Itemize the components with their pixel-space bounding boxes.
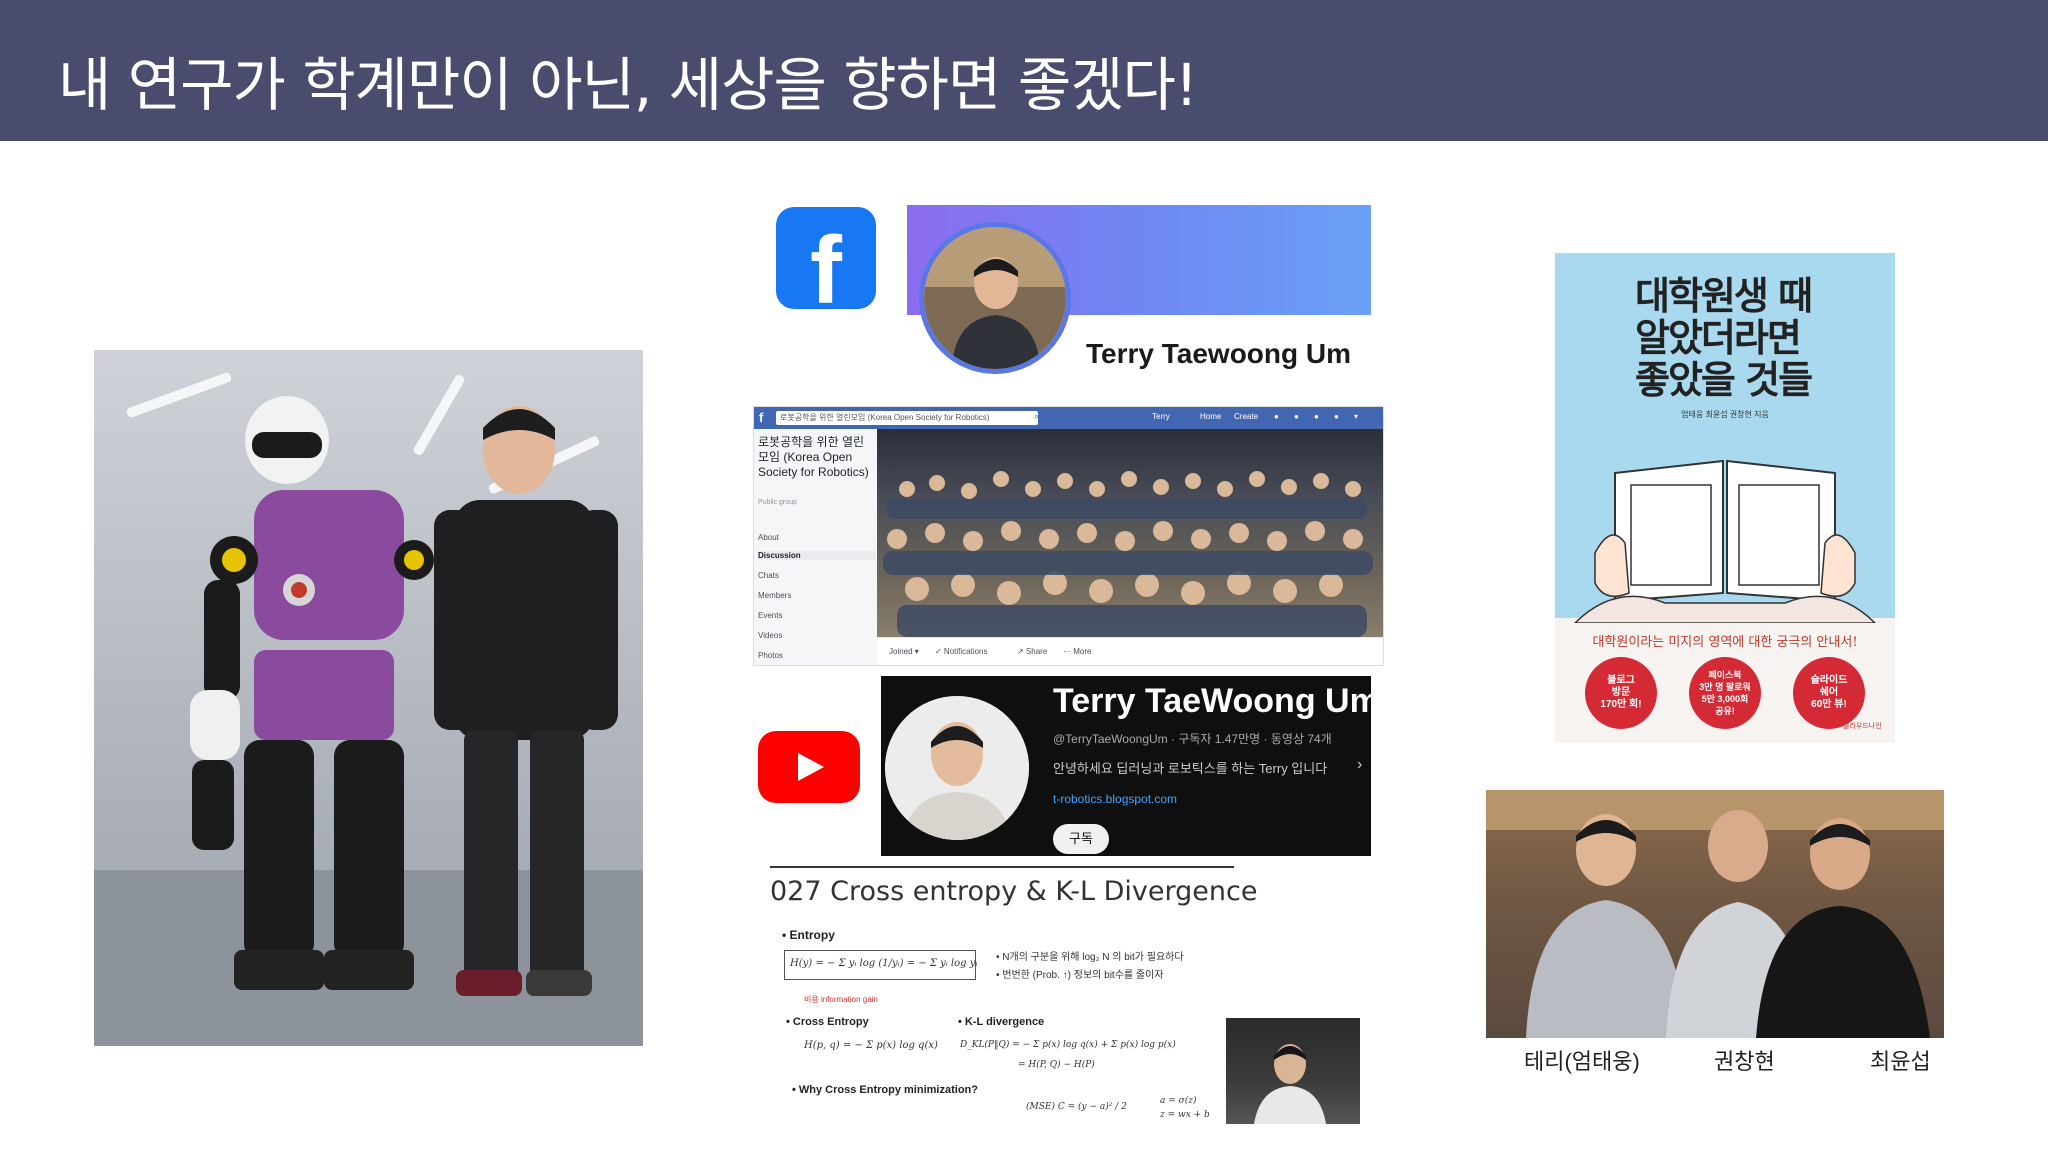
messenger-icon[interactable]: ● — [1294, 412, 1299, 421]
facebook-group-action-bar: Joined ▾ ✓ Notifications ↗ Share ··· Mor… — [877, 637, 1383, 665]
book-authors: 엄태웅 최윤섭 권창현 지음 — [1681, 410, 1769, 419]
facebook-nav-create[interactable]: Create — [1234, 412, 1258, 421]
book-title: 대학원생 때 알았더라면 좋았을 것들 — [1635, 274, 1813, 402]
lecture-slide: 027 Cross entropy & K-L Divergence • Ent… — [770, 866, 1360, 1128]
book-badge-slideshare: 슬라이드 쉐어 60만 뷰! — [1793, 657, 1865, 729]
facebook-nav-members[interactable]: Members — [758, 591, 791, 600]
youtube-channel-description[interactable]: 안녕하세요 딥러닝과 로보틱스를 하는 Terry 입니다 — [1053, 758, 1327, 777]
bullet-cross-entropy: • Cross Entropy — [786, 1016, 869, 1028]
book-publisher: 클라우드나인 — [1843, 723, 1882, 730]
facebook-nav-discussion[interactable]: Discussion — [758, 551, 876, 560]
notifications-icon[interactable]: ● — [1314, 412, 1319, 421]
facebook-nav-about[interactable]: About — [758, 533, 779, 542]
facebook-group-page: f 로봇공학을 위한 열린모임 (Korea Open Society for … — [753, 406, 1384, 666]
facebook-nav-photos[interactable]: Photos — [758, 651, 783, 660]
facebook-nav-home[interactable]: Home — [1200, 412, 1221, 421]
youtube-channel-avatar — [885, 696, 1029, 840]
caption-terry: 테리(엄태웅) — [1524, 1049, 1640, 1074]
z-formula: z = wx + b — [1160, 1110, 1210, 1120]
caption-kwon: 권창현 — [1714, 1049, 1775, 1074]
facebook-logo-letter: f — [810, 217, 842, 324]
facebook-profile-name: Terry Taewoong Um — [1086, 338, 1352, 369]
lecture-title: 027 Cross entropy & K-L Divergence — [770, 876, 1258, 907]
caption-choi: 최윤섭 — [1870, 1049, 1931, 1074]
chevron-down-icon[interactable]: ▾ — [1354, 412, 1358, 421]
slide-title: 내 연구가 학계만이 아닌, 세상을 향하면 좋겠다! — [58, 51, 1198, 119]
help-icon[interactable]: ● — [1334, 412, 1339, 421]
book-subtitle: 대학원이라는 미지의 영역에 대한 궁극의 안내서! — [1592, 635, 1858, 650]
chevron-right-icon[interactable]: › — [1357, 756, 1362, 774]
facebook-nav-events[interactable]: Events — [758, 611, 782, 620]
youtube-channel-handle: @TerryTaeWoongUm · 구독자 1.47만명 · 동영상 74개 — [1053, 732, 1332, 746]
play-icon — [798, 753, 824, 781]
facebook-group-name[interactable]: 로봇공학을 위한 열린모임 (Korea Open Society for Ro… — [758, 435, 874, 480]
facebook-nav-chats[interactable]: Chats — [758, 571, 779, 580]
youtube-channel-name: Terry TaeWoong Um — [1053, 682, 1371, 720]
facebook-nav-profile[interactable]: Terry — [1152, 412, 1170, 421]
robot-photo — [94, 350, 643, 1046]
bullet-kl-divergence: • K-L divergence — [958, 1016, 1045, 1028]
entropy-note-2: • 번번한 (Prob. ↑) 정보의 bit수를 줄이자 — [996, 970, 1164, 981]
kl-formula-2: = H(P, Q) − H(P) — [1018, 1060, 1095, 1070]
facebook-group-cover-photo — [877, 429, 1383, 637]
group-photo — [1486, 790, 1944, 1038]
joined-button[interactable]: Joined ▾ — [889, 647, 919, 656]
notifications-button[interactable]: ✓ Notifications — [935, 647, 988, 656]
youtube-channel-header: Terry TaeWoong Um @TerryTaeWoongUm · 구독자… — [881, 676, 1371, 856]
entropy-formula: H(y) = − Σ yᵢ log (1/yᵢ) = − Σ yᵢ log yᵢ — [790, 958, 978, 969]
youtube-channel-link[interactable]: t-robotics.blogspot.com — [1053, 792, 1177, 806]
book-badge-blog: 블로그 방문 170만 회! — [1585, 657, 1657, 729]
share-button[interactable]: ↗ Share — [1017, 647, 1047, 656]
facebook-nav-videos[interactable]: Videos — [758, 631, 782, 640]
facebook-group-privacy: Public group — [758, 499, 797, 506]
sigma-formula: a = σ(z) — [1160, 1096, 1197, 1106]
kl-formula: D_KL(P‖Q) = − Σ p(x) log q(x) + Σ p(x) l… — [960, 1040, 1176, 1050]
webcam-overlay — [1226, 1018, 1360, 1124]
bullet-entropy: • Entropy — [782, 928, 835, 942]
book-cover: 대학원생 때 알았더라면 좋았을 것들 엄태웅 최윤섭 권창현 지음 대학원이라… — [1555, 253, 1895, 743]
robot-and-person-illustration — [94, 396, 643, 1046]
book-badge-facebook: 페이스북 3만 명 팔로워 5만 3,000회 공유! — [1689, 657, 1761, 729]
facebook-small-logo-icon: f — [759, 410, 764, 425]
facebook-group-sidebar: 로봇공학을 위한 열린모임 (Korea Open Society for Ro… — [754, 429, 876, 665]
subscribe-button[interactable]: 구독 — [1053, 824, 1109, 854]
facebook-top-bar: f 로봇공학을 위한 열린모임 (Korea Open Society for … — [754, 407, 1383, 429]
youtube-logo-icon — [758, 731, 860, 803]
cross-entropy-formula: H(p, q) = − Σ p(x) log q(x) — [804, 1040, 938, 1051]
mse-formula: (MSE) C = (y − a)² / 2 — [1026, 1102, 1127, 1112]
facebook-logo-icon: f — [776, 207, 876, 324]
entropy-note-1: • N개의 구분을 위해 log₂ N 의 bit가 필요하다 — [996, 952, 1184, 963]
facebook-search-input[interactable]: 로봇공학을 위한 열린모임 (Korea Open Society for Ro… — [776, 411, 1038, 425]
friends-icon[interactable]: ● — [1274, 412, 1279, 421]
entropy-annotation: 비용 information gain — [804, 995, 878, 1004]
search-icon[interactable]: ⌕ — [1034, 411, 1039, 422]
more-button[interactable]: ··· More — [1063, 647, 1091, 656]
book-reader-illustration — [1573, 459, 1877, 623]
bullet-why-cross-entropy: • Why Cross Entropy minimization? — [792, 1084, 978, 1096]
slide-rule — [770, 866, 1234, 868]
facebook-profile-avatar — [919, 222, 1071, 374]
